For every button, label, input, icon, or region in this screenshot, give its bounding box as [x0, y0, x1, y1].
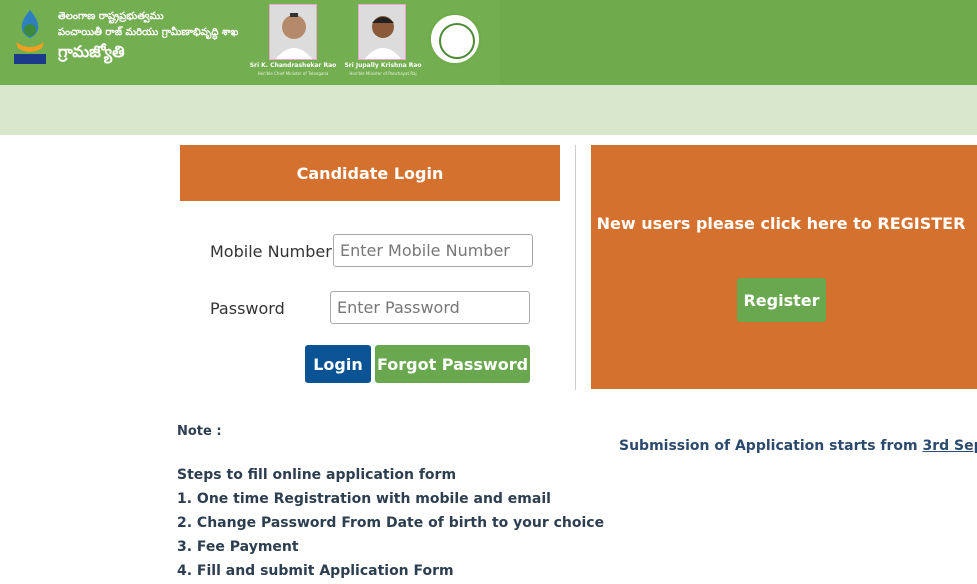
mobile-number-label: Mobile Number: [210, 242, 332, 261]
divider: [575, 145, 576, 390]
step-item: 2. Change Password From Date of birth to…: [177, 515, 605, 531]
submission-date-link[interactable]: 3rd Septemb: [923, 438, 977, 454]
step-item: 3. Fee Payment: [177, 539, 299, 555]
person2-title: Hon'ble Minister of Panchayat Raj: [349, 71, 417, 76]
chief-minister-photo: [269, 4, 317, 60]
program-name-telugu: గ్రామజ్యోతి: [58, 42, 125, 61]
minister-photo: [358, 4, 406, 60]
person2-name: Sri Jupally Krishna Rao: [344, 62, 422, 69]
password-label: Password: [210, 299, 285, 318]
govt-name-telugu: తెలంగాణ రాష్ట్రప్రభుత్వము: [58, 11, 164, 22]
person1-name: Sri K. Chandrashekar Rao: [249, 62, 337, 69]
header-band: [0, 85, 977, 135]
candidate-login-title: Candidate Login: [180, 145, 560, 201]
submission-notice: Submission of Application starts from 3r…: [619, 438, 977, 454]
mobile-number-input[interactable]: [333, 234, 533, 267]
note-heading: Note :: [177, 424, 222, 439]
register-prompt: New users please click here to REGISTER: [596, 214, 966, 233]
register-panel[interactable]: New users please click here to REGISTER …: [591, 145, 977, 389]
password-input[interactable]: [330, 291, 530, 324]
step-item: 1. One time Registration with mobile and…: [177, 491, 551, 507]
login-button[interactable]: Login: [305, 345, 371, 383]
site-header: తెలంగాణ రాష్ట్రప్రభుత్వము పంచాయితీ రాజ్ …: [0, 0, 977, 85]
submission-text: Submission of Application starts from: [619, 438, 923, 454]
register-button[interactable]: Register: [737, 278, 826, 322]
telangana-seal: [429, 13, 481, 65]
gramajyothi-logo: [14, 10, 46, 64]
person1-title: Hon'ble Chief Minister of Telangana: [257, 71, 329, 76]
dept-name-telugu: పంచాయితీ రాజ్ మరియు గ్రామీణాభివృద్ధి శాఖ: [58, 27, 239, 38]
step-item: 4. Fill and submit Application Form: [177, 563, 454, 579]
steps-title: Steps to fill online application form: [177, 467, 457, 483]
forgot-password-button[interactable]: Forgot Password: [375, 345, 530, 383]
